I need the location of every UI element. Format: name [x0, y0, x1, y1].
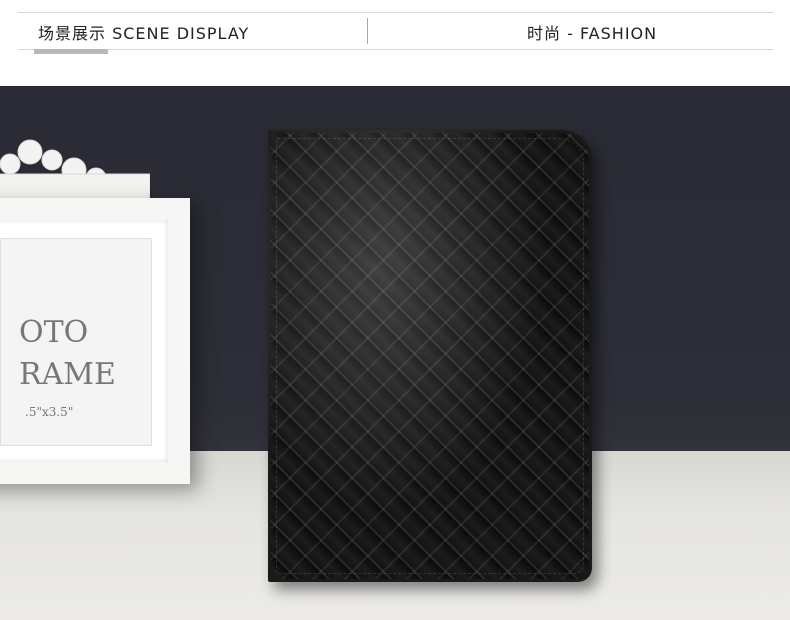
header-divider: [367, 18, 368, 44]
woven-leather-wallet: [268, 130, 592, 582]
photo-frame-insert: OTO RAME .5"x3.5": [0, 238, 152, 446]
frame-ornament-icon: [0, 139, 150, 205]
frame-text-line1: OTO: [19, 315, 89, 350]
photo-frame-mat: OTO RAME .5"x3.5": [0, 220, 168, 462]
header-accent-bar: [34, 49, 108, 54]
section-title-scene-display: 场景展示 SCENE DISPLAY: [38, 24, 250, 43]
frame-text-line2: RAME: [19, 357, 116, 392]
photo-frame: OTO RAME .5"x3.5": [0, 198, 190, 484]
header-bottom-rule: [18, 49, 773, 50]
header-top-rule: [18, 12, 773, 13]
product-scene-photo: OTO RAME .5"x3.5": [0, 86, 790, 620]
frame-text-size: .5"x3.5": [25, 405, 74, 419]
page-header: 场景展示 SCENE DISPLAY 时尚 - FASHION: [0, 0, 790, 86]
section-title-fashion: 时尚 - FASHION: [527, 24, 658, 43]
wallet-sheen: [268, 130, 592, 582]
